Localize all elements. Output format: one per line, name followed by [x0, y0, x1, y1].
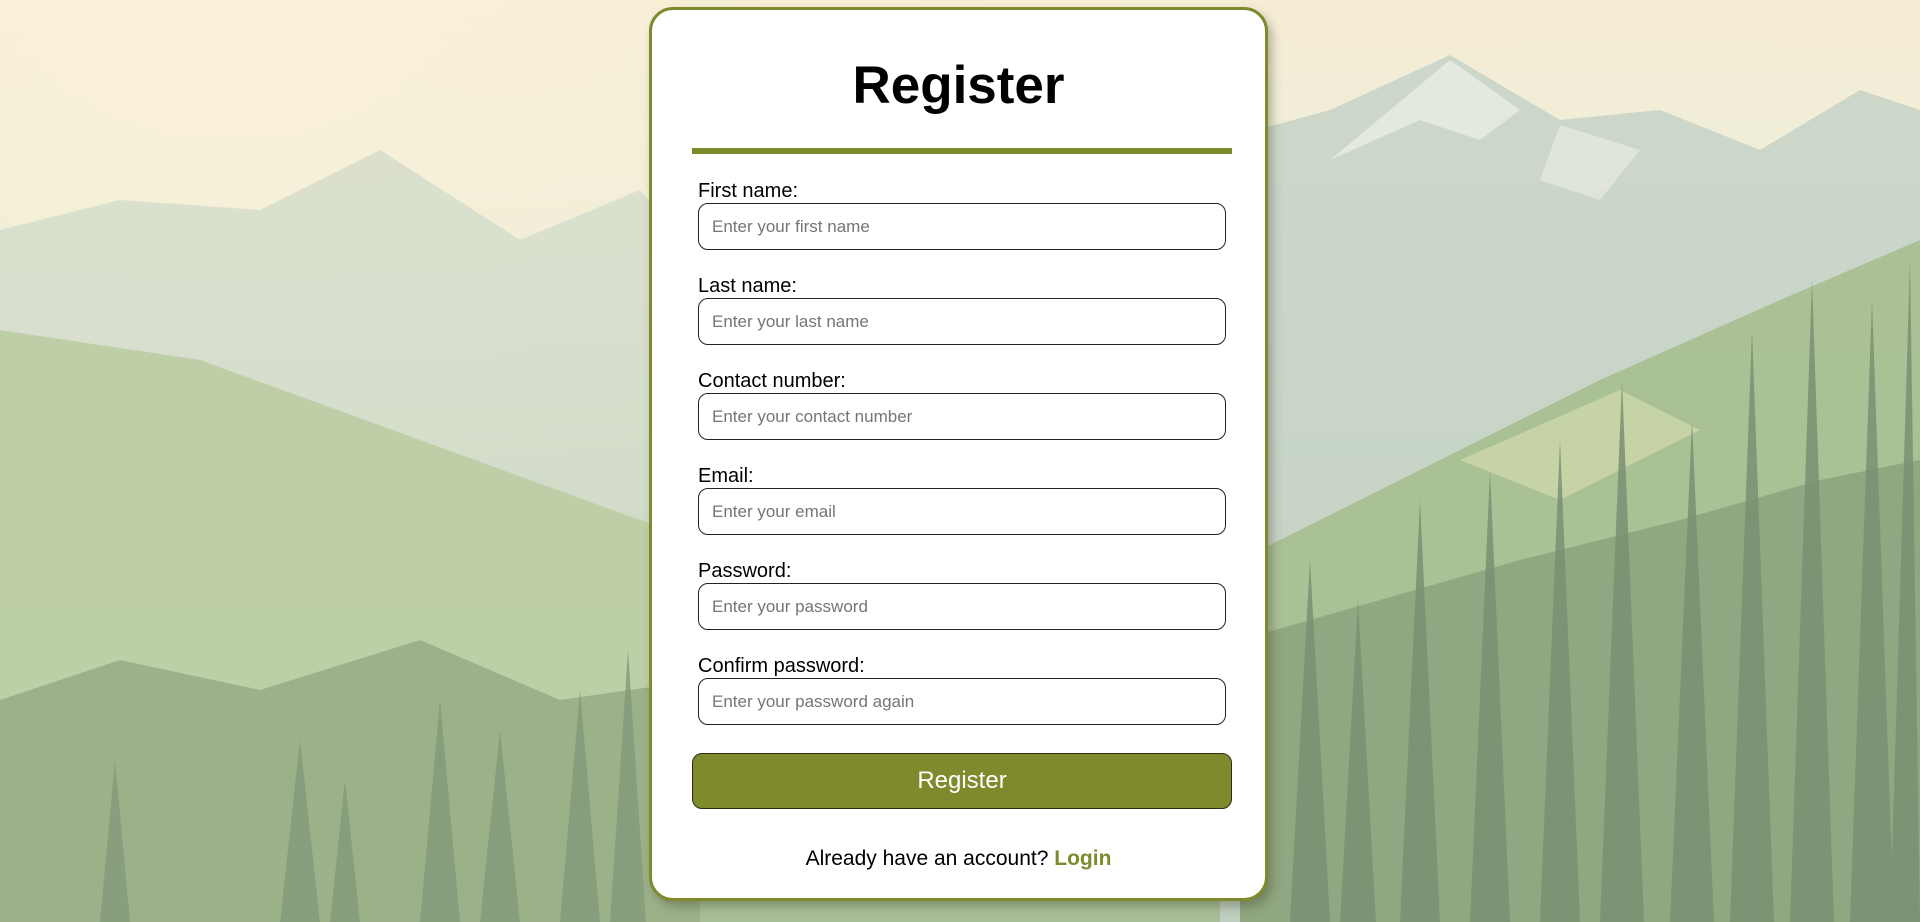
contact-number-input[interactable] [698, 393, 1226, 440]
login-prompt: Already have an account? Login [652, 847, 1265, 871]
login-link[interactable]: Login [1054, 847, 1111, 870]
email-label: Email: [698, 465, 754, 487]
page-title: Register [852, 56, 1065, 115]
login-prompt-text: Already have an account? [805, 847, 1049, 870]
password-label: Password: [698, 560, 792, 582]
title-divider [692, 148, 1232, 154]
first-name-input[interactable] [698, 203, 1226, 250]
email-input[interactable] [698, 488, 1226, 535]
confirm-password-label: Confirm password: [698, 655, 865, 677]
register-card: Register First name: Last name: Contact … [649, 7, 1268, 901]
contact-number-label: Contact number: [698, 370, 846, 392]
confirm-password-input[interactable] [698, 678, 1226, 725]
password-input[interactable] [698, 583, 1226, 630]
last-name-label: Last name: [698, 275, 797, 297]
last-name-input[interactable] [698, 298, 1226, 345]
register-button[interactable]: Register [692, 753, 1232, 809]
first-name-label: First name: [698, 180, 799, 202]
